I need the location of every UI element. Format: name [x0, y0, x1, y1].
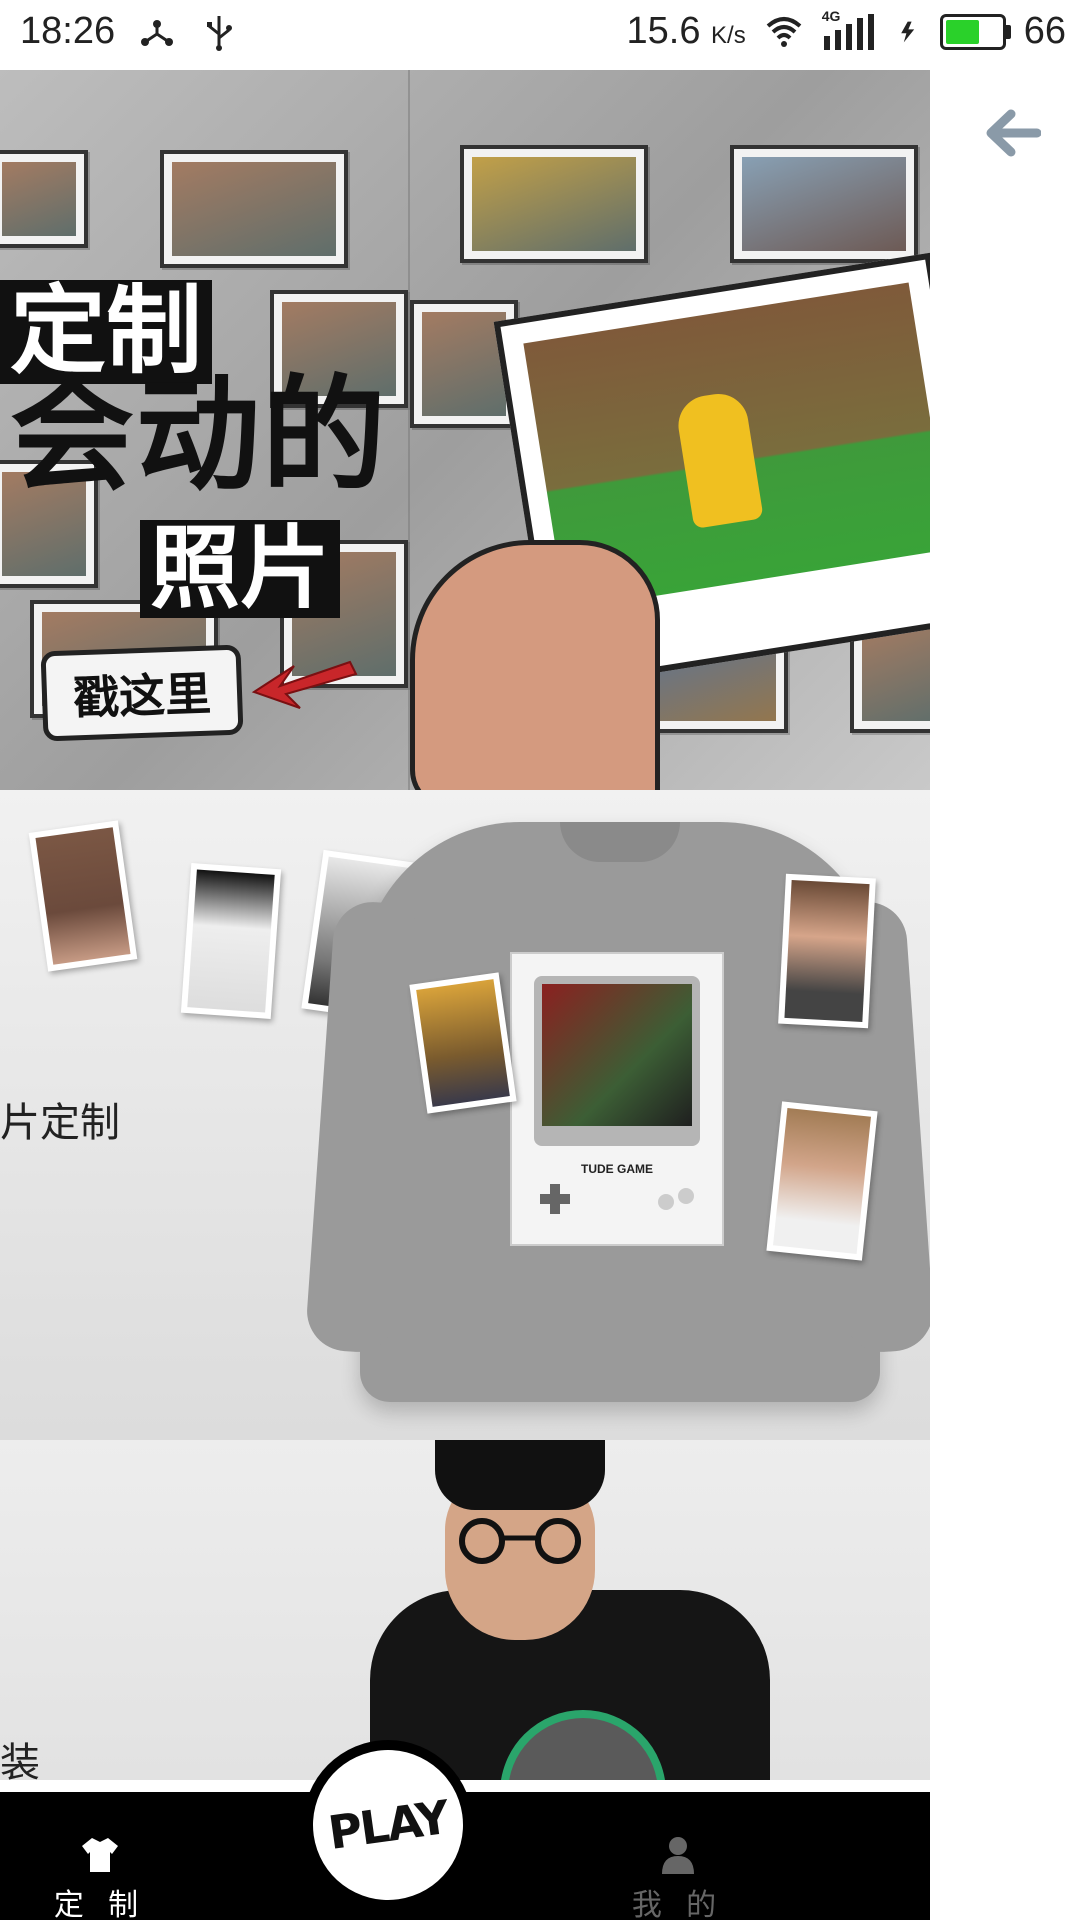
tab-customize-label: 定 制 — [53, 1889, 147, 1922]
photo-sticker — [766, 1101, 878, 1261]
glasses — [459, 1518, 581, 1564]
photo-sticker — [28, 820, 138, 972]
promo-banner[interactable]: 定制 会动的 照片 戳这里 — [0, 70, 930, 790]
signal-group: 4G — [822, 8, 878, 52]
battery-fill — [945, 19, 980, 44]
banner-title-line3: 照片 — [140, 520, 340, 618]
hand-illustration — [410, 540, 660, 790]
ab-buttons-icon — [658, 1188, 694, 1210]
wall-photo — [730, 145, 918, 263]
red-arrow-icon — [251, 660, 358, 709]
photo-sticker — [180, 863, 282, 1019]
tab-profile-label: 我 的 — [631, 1889, 725, 1922]
tshirt-icon — [82, 1838, 118, 1872]
wifi-icon — [766, 16, 802, 47]
photo-sticker — [778, 873, 876, 1029]
network-speed: 15.6 K/s — [626, 10, 746, 52]
battery-icon — [939, 13, 1011, 50]
photo-sticker — [409, 972, 517, 1114]
apparel-card[interactable]: 装 — [0, 1440, 930, 1780]
tab-customize[interactable]: 定 制 — [0, 1792, 200, 1922]
gameboy-print: TUDE GAME — [510, 952, 724, 1246]
tab-profile[interactable]: 我 的 — [578, 1792, 778, 1922]
status-time: 18:26 — [20, 10, 116, 52]
play-logo: PLAY — [303, 1740, 473, 1910]
banner-title-line2: 会动的 — [10, 367, 389, 505]
dpad-icon — [540, 1184, 570, 1214]
wall-photo — [160, 150, 348, 268]
card-caption: 片定制 — [0, 1101, 120, 1145]
speed-unit: K/s — [711, 22, 746, 49]
photo-sweater-card[interactable]: 片定制 TUDE GAME — [0, 790, 930, 1440]
status-bar: 18:26 15.6 K/s 4G 66 — [0, 0, 1080, 70]
usb-icon — [207, 15, 233, 51]
model-image — [370, 1440, 790, 1780]
wall-photo — [460, 145, 648, 263]
wall-photo — [0, 150, 88, 248]
signal-icon — [823, 13, 874, 50]
tap-here-tag[interactable]: 戳这里 — [40, 644, 244, 742]
play-button[interactable]: PLAY — [303, 1740, 473, 1910]
back-arrow-icon[interactable] — [985, 108, 1041, 158]
charging-icon — [900, 21, 914, 42]
card-caption: 装 — [0, 1741, 40, 1780]
battery-level: 66 — [1023, 10, 1066, 52]
share-icon — [141, 19, 174, 46]
gameboy-label: TUDE GAME — [581, 1162, 653, 1176]
status-right: 15.6 K/s 4G 66 — [626, 8, 1067, 53]
status-left: 18:26 — [20, 10, 239, 53]
profile-icon — [662, 1837, 694, 1874]
